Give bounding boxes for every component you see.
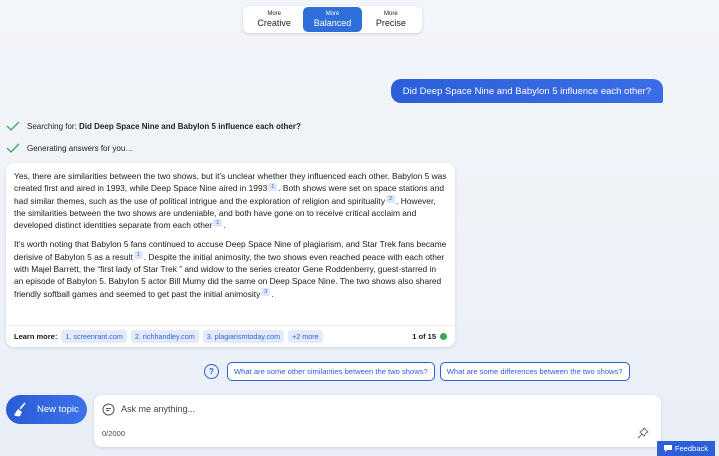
broom-icon bbox=[12, 401, 30, 419]
more-sources-link[interactable]: +2 more bbox=[288, 330, 323, 343]
citation-badge[interactable]: 2 bbox=[386, 194, 396, 203]
tone-creative-button[interactable]: More Creative bbox=[245, 7, 303, 32]
searching-prefix: Searching for: bbox=[27, 121, 77, 131]
citation-badge[interactable]: 1 bbox=[268, 182, 278, 191]
learn-more-bar: Learn more: 1. screenrant.com 2. richhan… bbox=[6, 325, 455, 347]
citation-badge[interactable]: 1 bbox=[133, 250, 143, 259]
answer-card: Yes, there are similarities between the … bbox=[6, 163, 455, 347]
feedback-button[interactable]: Feedback bbox=[657, 441, 715, 456]
searching-query: Did Deep Space Nine and Babylon 5 influe… bbox=[79, 121, 301, 131]
source-link[interactable]: 2. richhandley.com bbox=[130, 330, 199, 343]
feedback-label: Feedback bbox=[674, 444, 709, 453]
help-icon[interactable]: ? bbox=[204, 364, 219, 379]
tone-precise-label: Precise bbox=[375, 17, 406, 28]
tone-creative-label: Creative bbox=[257, 17, 291, 28]
tone-balanced-label: Balanced bbox=[313, 17, 352, 28]
generating-text: Generating answers for you… bbox=[27, 143, 134, 153]
chat-bubble-icon bbox=[102, 403, 115, 416]
answer-paragraph-1: Yes, there are similarities between the … bbox=[14, 170, 447, 231]
generating-status: Generating answers for you… bbox=[6, 143, 133, 153]
tone-creative-small: More bbox=[267, 10, 281, 17]
citation-badge[interactable]: 3 bbox=[261, 287, 271, 296]
learn-more-label: Learn more: bbox=[14, 332, 58, 341]
pin-icon[interactable] bbox=[637, 427, 649, 439]
suggestion-chip[interactable]: What are some other similarities between… bbox=[227, 362, 435, 381]
answer-text: . bbox=[271, 288, 274, 299]
feedback-icon bbox=[663, 445, 672, 452]
answer-text: . bbox=[223, 220, 226, 231]
tone-precise-button[interactable]: More Precise bbox=[362, 7, 420, 32]
char-count: 0/2000 bbox=[102, 429, 125, 438]
citation-badge[interactable]: 1 bbox=[213, 219, 223, 228]
source-link[interactable]: 1. screenrant.com bbox=[61, 330, 127, 343]
searching-status: Searching for: Did Deep Space Nine and B… bbox=[6, 121, 301, 131]
chat-input-placeholder[interactable]: Ask me anything... bbox=[121, 404, 195, 414]
tone-balanced-small: More bbox=[325, 10, 340, 17]
tone-balanced-button[interactable]: More Balanced bbox=[303, 7, 362, 32]
user-message-bubble: Did Deep Space Nine and Babylon 5 influe… bbox=[390, 79, 663, 103]
suggestion-row: ? What are some other similarities betwe… bbox=[204, 362, 635, 381]
check-icon bbox=[6, 143, 20, 153]
suggestion-chip[interactable]: What are some differences between the tw… bbox=[439, 362, 630, 381]
new-topic-label: New topic bbox=[37, 404, 79, 415]
response-count-text: 1 of 15 bbox=[412, 332, 436, 341]
source-link[interactable]: 3. plagiarismtoday.com bbox=[202, 330, 285, 343]
check-icon bbox=[6, 121, 20, 131]
response-counter: 1 of 15 bbox=[412, 332, 447, 341]
tone-precise-small: More bbox=[383, 10, 398, 17]
tone-selector: More Creative More Balanced More Precise bbox=[243, 6, 422, 33]
answer-paragraph-2: It’s worth noting that Babylon 5 fans co… bbox=[14, 238, 447, 299]
status-dot bbox=[440, 333, 447, 340]
chat-input-box[interactable]: Ask me anything... 0/2000 bbox=[94, 395, 661, 447]
new-topic-button[interactable]: New topic bbox=[6, 395, 87, 424]
